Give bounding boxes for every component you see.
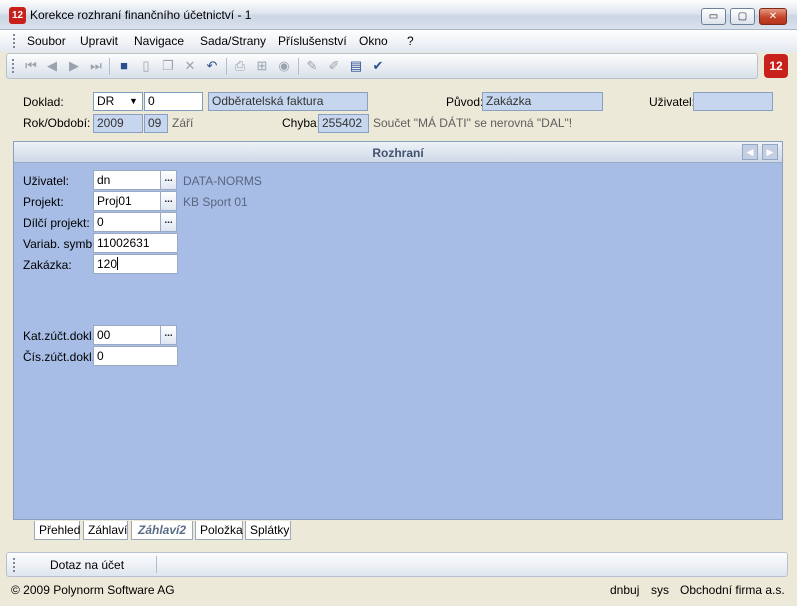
zakazka-label: Zakázka: bbox=[23, 258, 72, 272]
save-icon[interactable]: ■ bbox=[116, 58, 132, 74]
status-system: sys bbox=[651, 583, 669, 597]
doklad-label: Doklad: bbox=[23, 95, 64, 109]
puvod-value: Zakázka bbox=[482, 92, 603, 111]
uzivatel-input[interactable]: dn bbox=[93, 170, 161, 190]
tab-zahlavi2[interactable]: Záhlaví2 bbox=[131, 521, 193, 540]
cis-zuct-dokl-label: Čís.zúčt.dokl.: bbox=[23, 350, 99, 364]
title-bar: 12 Korekce rozhraní finančního účetnictv… bbox=[0, 0, 797, 30]
last-record-icon[interactable]: ⏭ bbox=[88, 58, 104, 74]
action-bar-grip-icon bbox=[13, 558, 16, 572]
disk-icon[interactable]: ◉ bbox=[276, 58, 292, 74]
previous-record-icon[interactable]: ◀ bbox=[44, 58, 60, 74]
minimize-button[interactable]: ▭ bbox=[701, 8, 726, 25]
zakazka-value: 120 bbox=[97, 257, 118, 271]
text-caret bbox=[117, 257, 119, 270]
maximize-button[interactable]: ▢ bbox=[730, 8, 755, 25]
dilci-projekt-lookup-button[interactable]: ... bbox=[160, 212, 177, 232]
undo-icon[interactable]: ↶ bbox=[204, 58, 220, 74]
toolbar-separator bbox=[109, 58, 110, 75]
variab-symb-label: Variab. symb.: bbox=[23, 237, 99, 251]
chyba-message: Součet "MÁ DÁTI" se nerovná "DAL"! bbox=[373, 116, 573, 130]
tab-polozka[interactable]: Položka bbox=[195, 521, 243, 540]
panel-header: Rozhraní ◀ ▶ bbox=[14, 142, 782, 163]
tab-zahlavi[interactable]: Záhlaví bbox=[83, 521, 128, 540]
rok-obdobi-label: Rok/Období: bbox=[23, 116, 91, 130]
rozhrani-panel: Rozhraní ◀ ▶ Uživatel: dn ... DATA-NORMS… bbox=[13, 141, 783, 520]
document-header: Doklad: DR ▼ 0 Odběratelská faktura Půvo… bbox=[0, 82, 797, 138]
toolbar: ⏮ ◀ ▶ ⏭ ■ ▯ ❐ ✕ ↶ ⎙ ⊞ ◉ ✎ ✐ ▤ ✔ bbox=[6, 53, 758, 79]
dilci-projekt-input[interactable]: 0 bbox=[93, 212, 161, 232]
pencil-icon[interactable]: ✐ bbox=[326, 58, 342, 74]
action-bar-separator bbox=[156, 556, 157, 573]
doklad-number-input[interactable]: 0 bbox=[144, 92, 203, 111]
variab-symb-input[interactable]: 11002631 bbox=[93, 233, 178, 253]
uzivatel-lookup-button[interactable]: ... bbox=[160, 170, 177, 190]
kat-zuct-dokl-lookup-button[interactable]: ... bbox=[160, 325, 177, 345]
doklad-description: Odběratelská faktura bbox=[208, 92, 368, 111]
toolbar-grip-icon bbox=[12, 59, 15, 73]
tab-prehled[interactable]: Přehled bbox=[34, 521, 80, 540]
status-company: Obchodní firma a.s. bbox=[680, 583, 785, 597]
projekt-description: KB Sport 01 bbox=[183, 195, 248, 209]
uzivatel-field-label: Uživatel: bbox=[23, 174, 70, 188]
tree-structure-icon[interactable]: ⊞ bbox=[254, 58, 270, 74]
menu-help[interactable]: ? bbox=[407, 34, 414, 48]
menu-navigace[interactable]: Navigace bbox=[134, 34, 184, 48]
menu-bar: Soubor Upravit Navigace Sada/Strany Přís… bbox=[0, 30, 797, 52]
brand-logo-icon: 12 bbox=[764, 54, 788, 78]
projekt-input[interactable]: Proj01 bbox=[93, 191, 161, 211]
cis-zuct-dokl-input[interactable]: 0 bbox=[93, 346, 178, 366]
copy-icon[interactable]: ❐ bbox=[160, 58, 176, 74]
action-bar: Dotaz na účet bbox=[6, 552, 788, 577]
menu-okno[interactable]: Okno bbox=[359, 34, 388, 48]
panel-prev-icon[interactable]: ◀ bbox=[742, 144, 758, 160]
chyba-value: 255402 bbox=[318, 114, 369, 133]
projekt-label: Projekt: bbox=[23, 195, 64, 209]
check-mark-icon[interactable]: ✔ bbox=[370, 58, 386, 74]
edit-icon[interactable]: ✎ bbox=[304, 58, 320, 74]
doklad-type-value: DR bbox=[97, 94, 115, 108]
print-icon[interactable]: ⎙ bbox=[232, 58, 248, 74]
window-title: Korekce rozhraní finančního účetnictví -… bbox=[30, 8, 252, 22]
toolbar-separator bbox=[226, 58, 227, 75]
tab-strip: Přehled Záhlaví Záhlaví2 Položka Splátky bbox=[13, 520, 783, 542]
app-logo-icon: 12 bbox=[9, 7, 26, 24]
first-record-icon[interactable]: ⏮ bbox=[23, 58, 39, 74]
menu-prislusenstvi[interactable]: Příslušenství bbox=[278, 34, 347, 48]
status-user: dnbuj bbox=[610, 583, 640, 597]
chevron-down-icon: ▼ bbox=[129, 96, 138, 106]
tab-splatky[interactable]: Splátky bbox=[245, 521, 291, 540]
copyright-text: © 2009 Polynorm Software AG bbox=[11, 583, 175, 597]
mesic-text: Září bbox=[172, 116, 194, 130]
uzivatel-description: DATA-NORMS bbox=[183, 174, 262, 188]
kat-zuct-dokl-input[interactable]: 00 bbox=[93, 325, 161, 345]
dotaz-na-ucet-button[interactable]: Dotaz na účet bbox=[50, 558, 124, 572]
panel-title: Rozhraní bbox=[372, 146, 424, 160]
menu-sada-strany[interactable]: Sada/Strany bbox=[200, 34, 266, 48]
panel-next-icon[interactable]: ▶ bbox=[762, 144, 778, 160]
puvod-label: Původ: bbox=[446, 95, 484, 109]
dilci-projekt-label: Dílčí projekt: bbox=[23, 216, 90, 230]
toolbar-separator bbox=[298, 58, 299, 75]
menu-grip-icon bbox=[13, 34, 16, 48]
zakazka-input[interactable]: 120 bbox=[93, 254, 178, 274]
obdobi-value: 09 bbox=[144, 114, 168, 133]
next-record-icon[interactable]: ▶ bbox=[66, 58, 82, 74]
projekt-lookup-button[interactable]: ... bbox=[160, 191, 177, 211]
uzivatel-label: Uživatel: bbox=[649, 95, 696, 109]
rok-value: 2009 bbox=[93, 114, 143, 133]
kat-zuct-dokl-label: Kat.zúčt.dokl.: bbox=[23, 329, 99, 343]
menu-soubor[interactable]: Soubor bbox=[27, 34, 66, 48]
status-bar: © 2009 Polynorm Software AG dnbuj sys Ob… bbox=[0, 580, 797, 606]
uzivatel-value bbox=[693, 92, 773, 111]
close-button[interactable]: ✕ bbox=[759, 8, 787, 25]
doklad-type-select[interactable]: DR ▼ bbox=[93, 92, 143, 111]
delete-icon[interactable]: ✕ bbox=[182, 58, 198, 74]
chyba-label: Chyba: bbox=[282, 116, 321, 130]
new-document-icon[interactable]: ▯ bbox=[138, 58, 154, 74]
form-edit-icon[interactable]: ▤ bbox=[348, 58, 364, 74]
menu-upravit[interactable]: Upravit bbox=[80, 34, 118, 48]
